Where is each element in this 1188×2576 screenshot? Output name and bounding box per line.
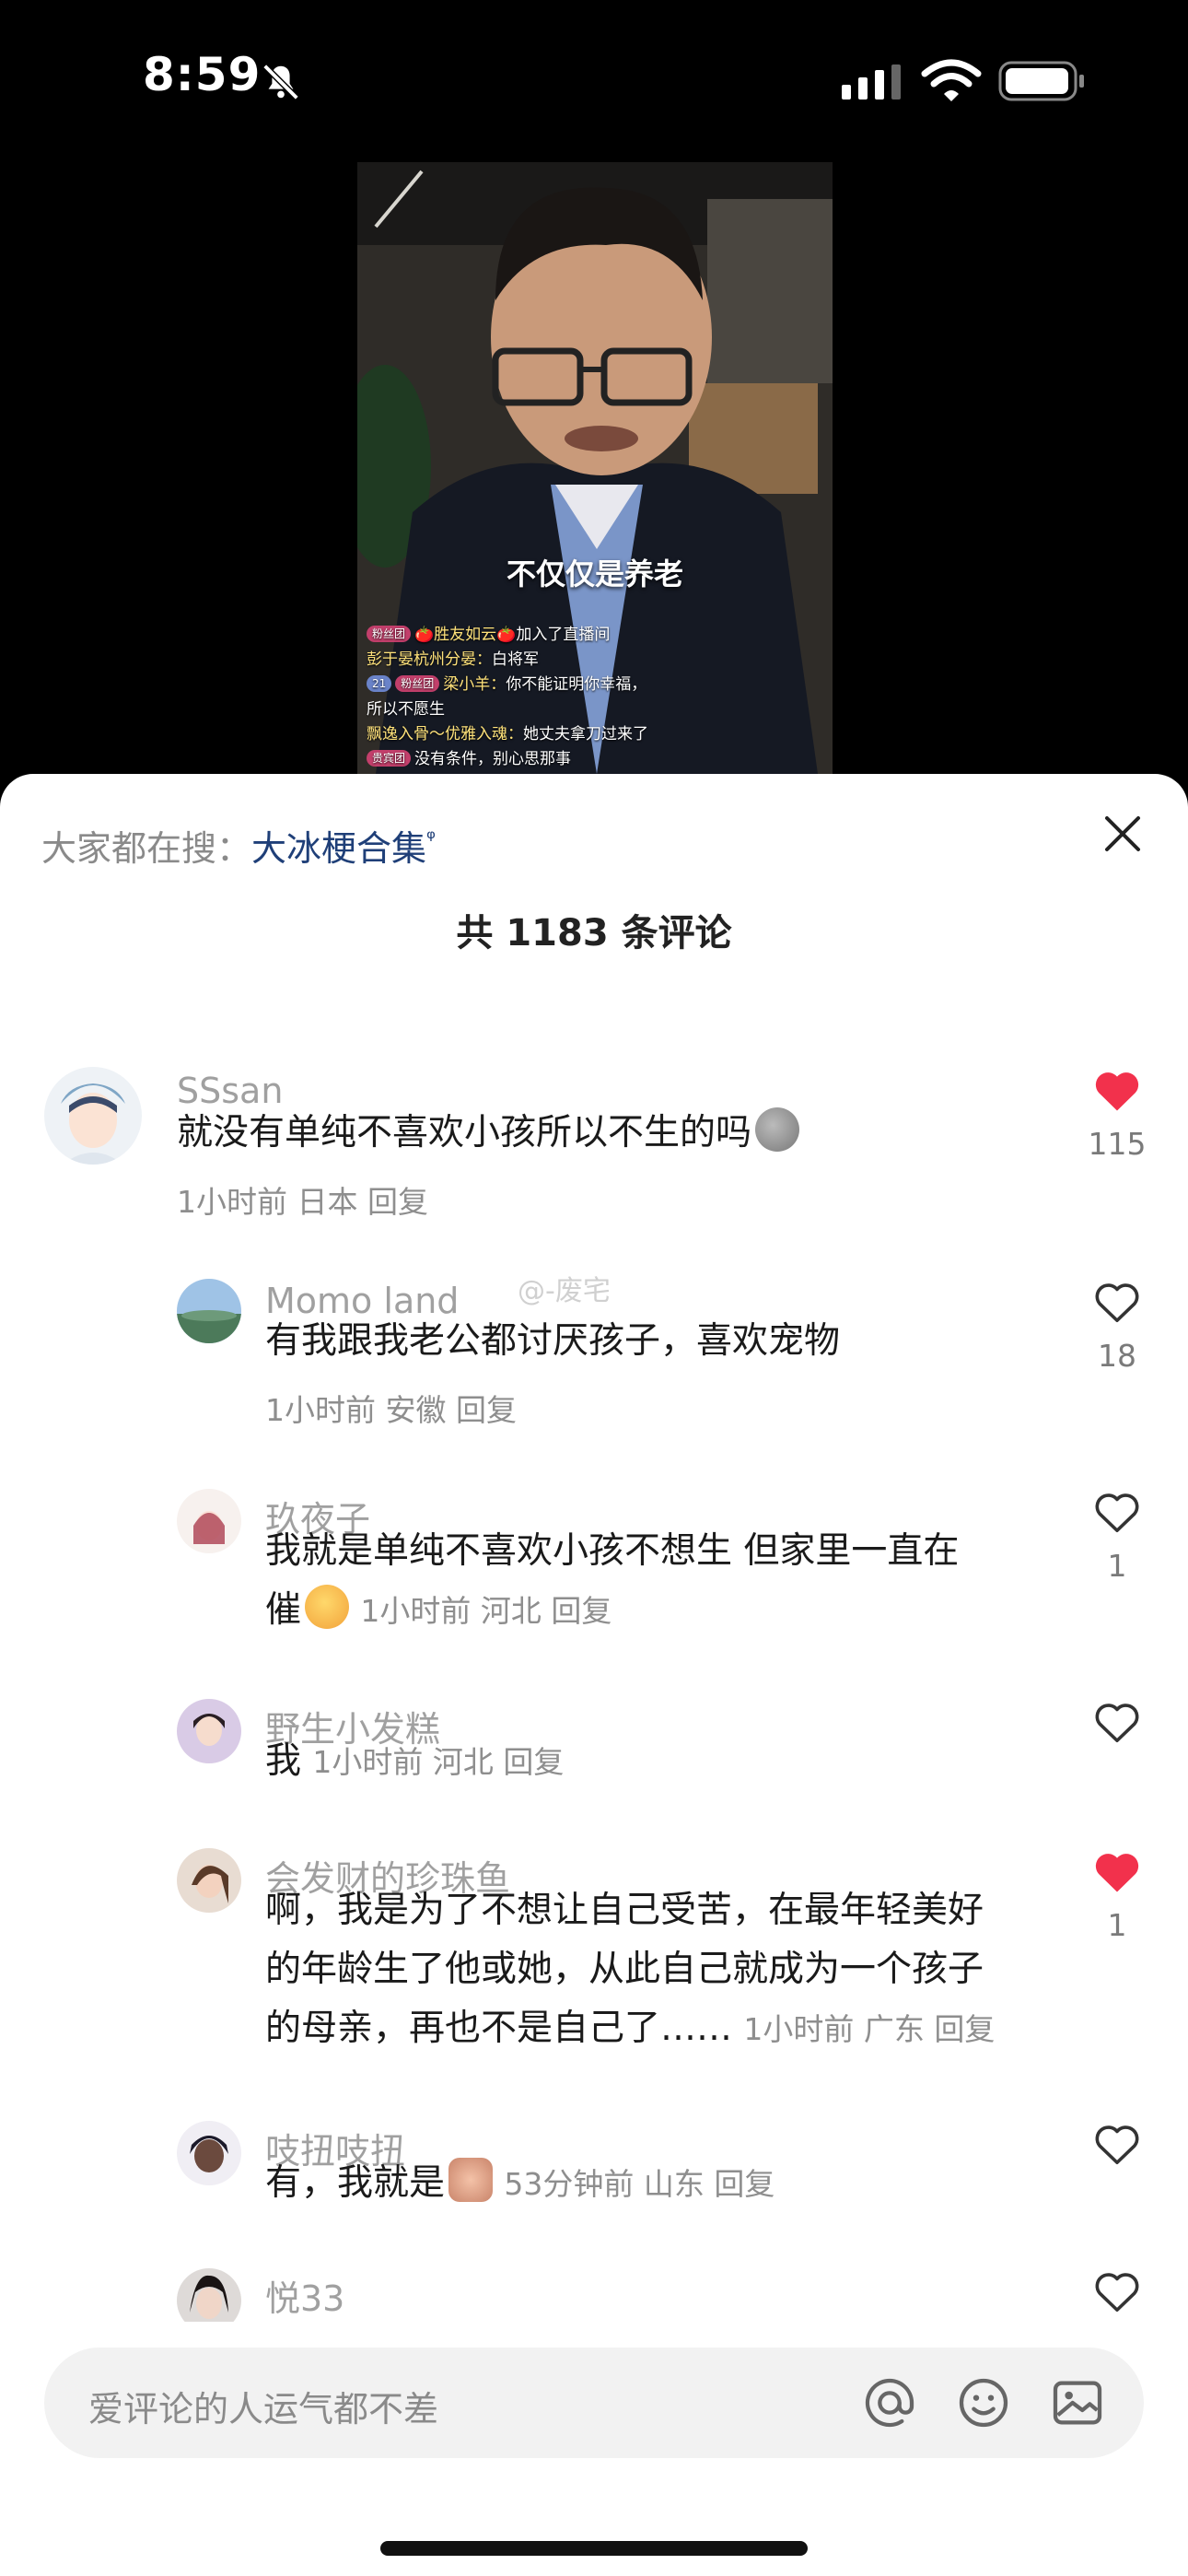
like-button[interactable]: 1 — [1085, 1848, 1149, 1943]
heart-outline-icon — [1095, 1704, 1139, 1743]
comment-text: 啊，我是为了不想让自己受苦，在最年轻美好 的年龄生了他或她，从此自己就成为一个孩… — [265, 1890, 996, 2049]
comment-text: 我就是单纯不喜欢小孩不想生 但家里一直在 催 1小时前 河北 回复 — [265, 1530, 960, 1631]
comment-meta[interactable]: 1小时前 广东 回复 — [743, 2011, 995, 2047]
live-chat-overlay: 粉丝团 🍅胜友如云🍅加入了直播间 彭于晏杭州分晏：白将军 21 粉丝团 梁小羊：你不能… — [367, 623, 827, 772]
comment-reply-item: 吱扭吱扭 有，我就是 53分钟前 山东 回复 — [0, 2121, 1188, 2231]
like-button[interactable] — [1085, 2268, 1149, 2314]
avatar[interactable] — [177, 2121, 241, 2185]
comment-text: 我 1小时前 河北 回复 — [265, 1740, 565, 1782]
live-video-preview[interactable]: 不仅仅是养老 粉丝团 🍅胜友如云🍅加入了直播间 彭于晏杭州分晏：白将军 21 粉丝团… — [357, 162, 833, 774]
comment-count-title: 共 1183 条评论 — [456, 912, 732, 954]
trending-search-keyword[interactable]: 大冰梗合集 — [251, 828, 426, 869]
comment-sheet: 大家都在搜：大冰梗合集ᵠ 共 1183 条评论 @-废宅 SSsan 就没有单纯… — [0, 774, 1188, 2576]
emoji-sticker — [755, 1107, 800, 1152]
comment-author[interactable]: 悦33 — [265, 2270, 344, 2321]
wifi-icon — [921, 59, 982, 101]
comment-reply-item: 悦33 — [0, 2268, 1188, 2322]
avatar[interactable] — [177, 1699, 241, 1763]
comment-meta[interactable]: 1小时前 河北 回复 — [312, 1744, 564, 1780]
heart-filled-icon — [1095, 1072, 1139, 1111]
comment-meta[interactable]: 1小时前 安徽 回复 — [265, 1386, 517, 1430]
avatar[interactable] — [44, 1067, 142, 1165]
emoji-icon[interactable] — [954, 2373, 1013, 2432]
comment-item: SSsan 就没有单纯不喜欢小孩所以不生的吗 1小时前 日本 回复 115 — [0, 1067, 1188, 1233]
search-icon: ᵠ — [426, 825, 437, 851]
like-button[interactable] — [1085, 2121, 1149, 2167]
heart-outline-icon — [1095, 1283, 1139, 1323]
heart-outline-icon — [1095, 2125, 1139, 2165]
comment-reply-item: 玖夜子 我就是单纯不喜欢小孩不想生 但家里一直在 催 1小时前 河北 回复 1 — [0, 1489, 1188, 1655]
video-caption: 不仅仅是养老 — [506, 556, 683, 591]
like-count: 1 — [1107, 1548, 1127, 1584]
avatar[interactable] — [177, 2268, 241, 2322]
comment-text: 有，我就是 53分钟前 山东 回复 — [265, 2154, 775, 2214]
at-mention-icon[interactable] — [860, 2373, 919, 2432]
battery-icon — [998, 61, 1084, 101]
status-time: 8:59 — [143, 48, 262, 101]
live-chat-line: 粉丝团 🍅胜友如云🍅加入了直播间 — [367, 623, 827, 648]
heart-filled-icon — [1095, 1854, 1139, 1892]
live-chat-line: 所以不愿生 — [367, 700, 445, 719]
comment-reply-item: 野生小发糕 我 1小时前 河北 回复 — [0, 1699, 1188, 1809]
comment-text: 就没有单纯不喜欢小孩所以不生的吗 — [177, 1104, 800, 1163]
like-button[interactable]: 115 — [1085, 1067, 1149, 1162]
comment-meta[interactable]: 1小时前 日本 回复 — [177, 1177, 428, 1222]
crying-emoji-icon — [305, 1585, 350, 1629]
close-icon[interactable] — [1101, 813, 1144, 855]
heart-outline-icon — [1095, 2273, 1139, 2313]
like-count: 1 — [1107, 1907, 1127, 1943]
comment-reply-item: 会发财的珍珠鱼 啊，我是为了不想让自己受苦，在最年轻美好 的年龄生了他或她，从此… — [0, 1848, 1188, 2088]
image-icon[interactable] — [1048, 2373, 1107, 2432]
live-chat-line: 21 粉丝团 梁小羊：你不能证明你幸福， — [367, 673, 827, 697]
comment-input-placeholder: 爱评论的人运气都不差 — [88, 2389, 439, 2430]
avatar[interactable] — [177, 1489, 241, 1553]
live-chat-line: 贵宾团 没有条件，别心思那事 — [367, 747, 827, 772]
home-indicator[interactable] — [380, 2541, 808, 2556]
cellular-signal-icon — [842, 64, 901, 100]
live-chat-line: 彭于晏杭州分晏：白将军 — [367, 650, 539, 669]
heart-outline-icon — [1095, 1493, 1139, 1533]
emoji-sticker — [448, 2158, 494, 2202]
comment-text: 有我跟我老公都讨厌孩子，喜欢宠物 — [265, 1320, 841, 1362]
like-count: 18 — [1098, 1338, 1136, 1374]
avatar[interactable] — [177, 1848, 241, 1913]
avatar[interactable] — [177, 1279, 241, 1343]
like-count: 115 — [1088, 1126, 1147, 1162]
live-chat-line: 飘逸入骨～优雅入魂：她丈夫拿刀过来了 — [367, 725, 648, 744]
bell-muted-icon — [262, 64, 299, 100]
comment-meta[interactable]: 53分钟前 山东 回复 — [504, 2166, 775, 2202]
comment-reply-item: Momo land 有我跟我老公都讨厌孩子，喜欢宠物 1小时前 安徽 回复 18 — [0, 1279, 1188, 1428]
status-bar: 8:59 — [0, 0, 1188, 157]
trending-search-prefix: 大家都在搜： — [41, 828, 252, 869]
like-button[interactable] — [1085, 1699, 1149, 1745]
like-button[interactable]: 1 — [1085, 1489, 1149, 1584]
comment-meta[interactable]: 1小时前 河北 回复 — [360, 1593, 611, 1629]
like-button[interactable]: 18 — [1085, 1279, 1149, 1374]
trending-search-hint[interactable]: 大家都在搜：大冰梗合集ᵠ — [41, 820, 436, 871]
comment-input[interactable]: 爱评论的人运气都不差 — [44, 2348, 1144, 2458]
